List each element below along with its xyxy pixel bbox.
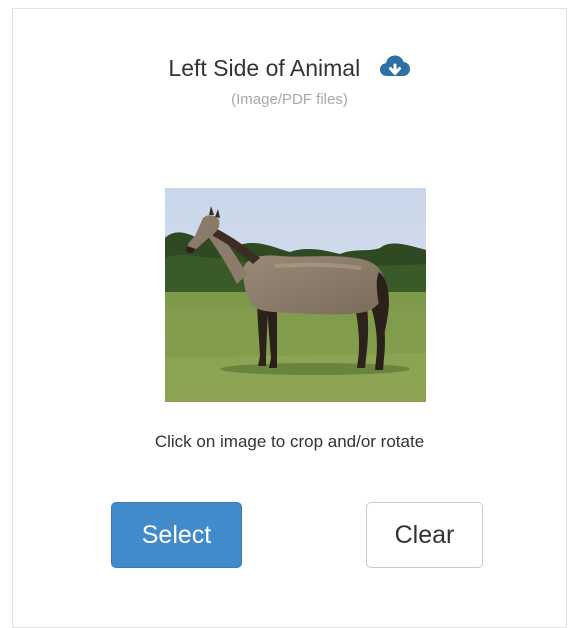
- clear-button[interactable]: Clear: [366, 502, 483, 568]
- crop-rotate-hint: Click on image to crop and/or rotate: [154, 432, 425, 451]
- select-button[interactable]: Select: [111, 502, 242, 568]
- upload-card: Left Side of Animal (Image/PDF files) Cl…: [12, 8, 567, 628]
- upload-title: Left Side of Animal: [168, 54, 361, 81]
- upload-title-row: Left Side of Animal: [13, 53, 566, 81]
- horse-photo[interactable]: [165, 188, 426, 402]
- upload-subtitle: (Image/PDF files): [231, 91, 348, 108]
- cloud-upload-icon[interactable]: [379, 54, 411, 78]
